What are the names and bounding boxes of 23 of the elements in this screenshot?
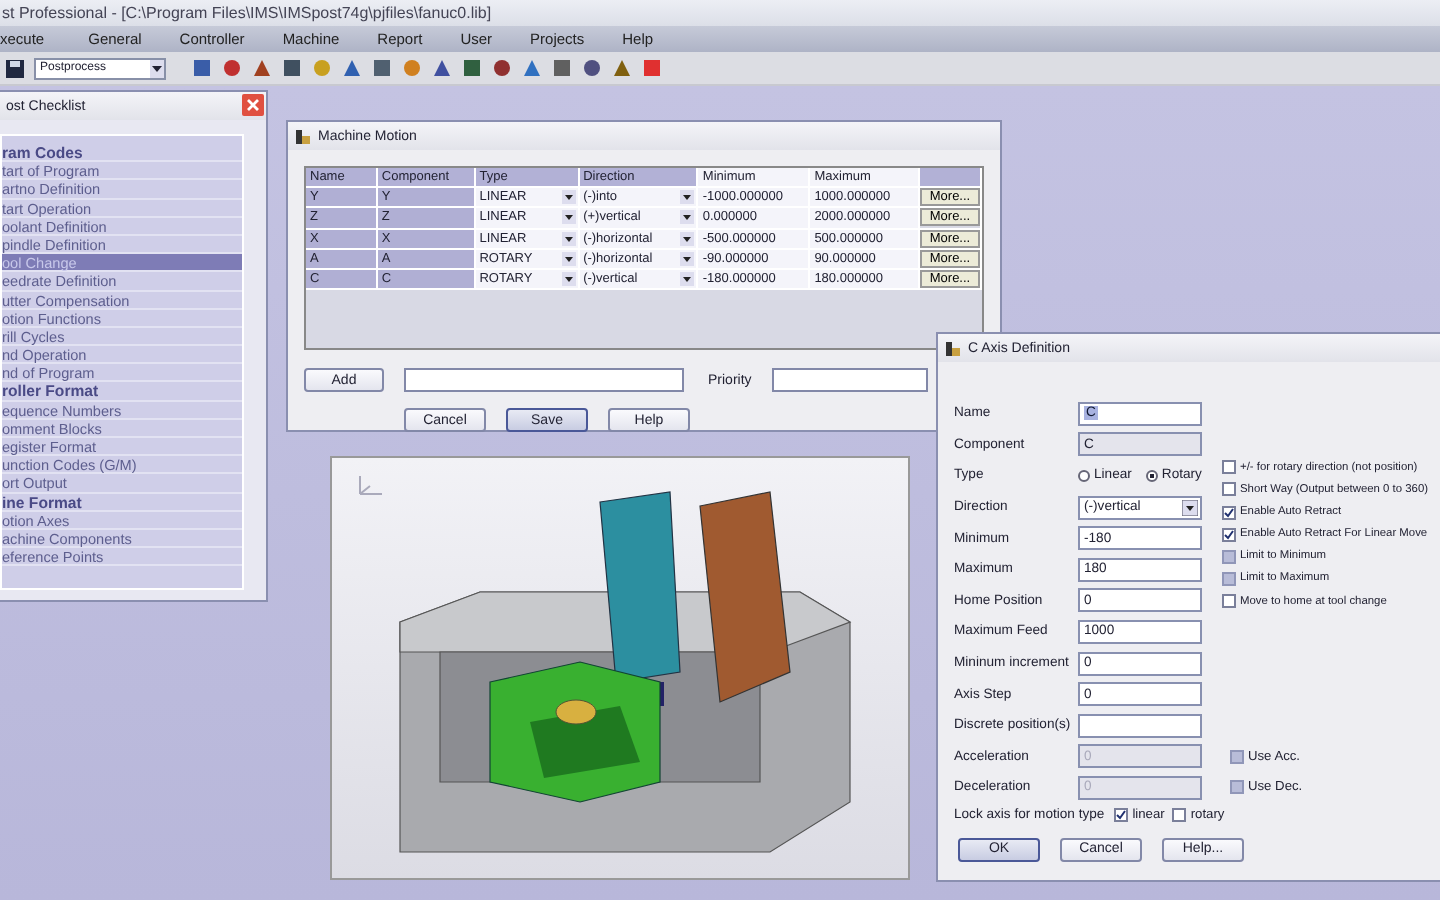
priority-field[interactable] — [771, 368, 928, 392]
caret-icon — [561, 190, 576, 205]
machine-icon — [944, 339, 962, 357]
caret-icon — [561, 210, 576, 225]
checkmark-icon — [1224, 529, 1234, 540]
checkmark-icon — [1116, 809, 1127, 820]
caret-icon — [561, 231, 576, 246]
machine-icon — [294, 127, 312, 145]
caret-icon — [680, 210, 695, 225]
window-title: st Professional - [C:\Program Files\IMS\IMSpost74g\pjfiles\fanuc0.lib] — [2, 4, 492, 22]
caret-icon — [680, 251, 695, 266]
caret-icon — [561, 251, 576, 266]
caret-icon — [680, 190, 695, 205]
close-icon[interactable] — [242, 94, 264, 116]
caret-icon — [1182, 499, 1198, 516]
axis-triad-icon — [356, 474, 384, 498]
caret-icon — [150, 61, 164, 75]
input-field[interactable] — [1078, 713, 1202, 738]
input-field[interactable] — [404, 368, 684, 392]
caret-icon — [680, 272, 695, 287]
caret-icon — [561, 272, 576, 287]
checkmark-icon — [1224, 507, 1234, 517]
caret-icon — [680, 231, 695, 246]
